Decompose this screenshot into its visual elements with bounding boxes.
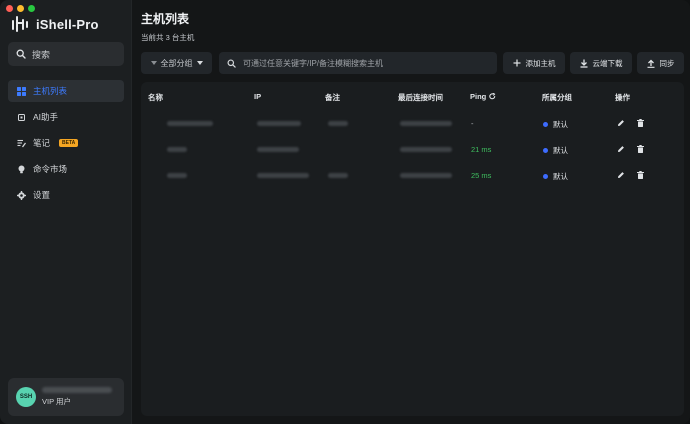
sidebar: iShell-Pro 搜索 主机列表 AI助手 笔记 BETA 命令市场 设置 … [0, 0, 132, 424]
toolbar: 全部分组 可通过任意关键字/IP/备注模糊搜索主机 添加主机 云端下载 同步 [141, 52, 684, 74]
host-table: 名称 IP 备注 最后连接时间 Ping 所属分组 操作 - 默认 21 ms … [141, 82, 684, 416]
edit-icon[interactable] [617, 119, 625, 127]
grid-icon [17, 86, 26, 96]
row-actions [617, 171, 644, 179]
sidebar-item-label: 主机列表 [33, 86, 68, 96]
avatar: SSH [16, 387, 36, 407]
add-host-button[interactable]: 添加主机 [503, 52, 565, 74]
table-header: 名称 IP 备注 最后连接时间 Ping 所属分组 操作 [141, 92, 684, 104]
group-dot-icon [543, 122, 548, 127]
zoom-window-button[interactable] [28, 5, 35, 12]
column-name: 名称 [148, 93, 163, 102]
column-ping-label: Ping [470, 92, 487, 101]
group-cell: 默认 [543, 119, 568, 130]
sidebar-item-label: 设置 [33, 190, 51, 200]
host-note-redacted [328, 173, 348, 178]
download-icon [580, 59, 587, 68]
edit-icon[interactable] [617, 145, 625, 153]
edit-icon[interactable] [617, 171, 625, 179]
group-filter-select[interactable]: 全部分组 [141, 52, 212, 74]
chevron-down-icon [196, 61, 203, 65]
group-dot-icon [543, 148, 548, 153]
window-controls [6, 5, 35, 12]
plus-icon [513, 59, 520, 67]
brand: iShell-Pro [12, 16, 99, 32]
trash-icon[interactable] [637, 119, 644, 127]
group-dot-icon [543, 174, 548, 179]
user-tier: VIP 用户 [42, 397, 72, 406]
app-title: iShell-Pro [36, 16, 99, 32]
bulb-icon [17, 165, 26, 174]
last-connect-redacted [400, 147, 452, 152]
group-cell: 默认 [543, 145, 568, 156]
host-name-redacted [167, 121, 213, 126]
user-card[interactable]: SSH VIP 用户 [8, 378, 124, 416]
trash-icon[interactable] [637, 145, 644, 153]
sidebar-item-label: 命令市场 [33, 164, 68, 174]
table-row[interactable]: 21 ms 默认 [141, 137, 684, 163]
ping-value: 21 ms [471, 145, 492, 154]
sync-label: 同步 [659, 58, 675, 68]
sidebar-item-notes[interactable]: 笔记 BETA [8, 132, 124, 154]
refresh-icon[interactable] [489, 93, 496, 100]
row-actions [617, 119, 644, 127]
search-icon [16, 49, 26, 59]
column-note: 备注 [325, 93, 340, 102]
cloud-download-label: 云端下载 [592, 58, 623, 68]
sidebar-item-label: AI助手 [33, 112, 59, 122]
app-logo-icon [12, 16, 30, 32]
sidebar-search[interactable]: 搜索 [8, 42, 124, 66]
cloud-download-button[interactable]: 云端下载 [570, 52, 632, 74]
note-icon [17, 139, 26, 148]
ping-value: 25 ms [471, 171, 492, 180]
close-window-button[interactable] [6, 5, 13, 12]
search-icon [227, 58, 236, 68]
sidebar-item-settings[interactable]: 设置 [8, 184, 124, 206]
sidebar-search-label: 搜索 [32, 49, 51, 60]
host-ip-redacted [257, 121, 301, 126]
group-filter-label: 全部分组 [160, 58, 193, 68]
host-ip-redacted [257, 147, 299, 152]
ping-value: - [471, 119, 474, 128]
group-label: 默认 [553, 146, 568, 155]
table-row[interactable]: - 默认 [141, 111, 684, 137]
sidebar-item-host-list[interactable]: 主机列表 [8, 80, 124, 102]
host-name-redacted [167, 173, 187, 178]
host-name-redacted [167, 147, 187, 152]
main-content: 主机列表 当前共 3 台主机 全部分组 可通过任意关键字/IP/备注模糊搜索主机 [133, 0, 690, 424]
beta-badge: BETA [59, 139, 79, 147]
sidebar-item-ai-assistant[interactable]: AI助手 [8, 106, 124, 128]
caret-down-icon [150, 61, 157, 65]
host-search-placeholder: 可通过任意关键字/IP/备注模糊搜索主机 [243, 58, 384, 68]
group-label: 默认 [553, 120, 568, 129]
table-row[interactable]: 25 ms 默认 [141, 163, 684, 189]
last-connect-redacted [400, 173, 452, 178]
ai-chip-icon [17, 113, 26, 122]
host-note-redacted [328, 121, 348, 126]
sync-button[interactable]: 同步 [637, 52, 684, 74]
column-last-connect: 最后连接时间 [398, 93, 443, 102]
trash-icon[interactable] [637, 171, 644, 179]
group-label: 默认 [553, 172, 568, 181]
app-window: iShell-Pro 搜索 主机列表 AI助手 笔记 BETA 命令市场 设置 … [0, 0, 690, 424]
page-title: 主机列表 [141, 12, 190, 26]
last-connect-redacted [400, 121, 452, 126]
user-email-redacted [42, 387, 112, 393]
sidebar-item-label: 笔记 [33, 138, 51, 148]
host-search-input[interactable]: 可通过任意关键字/IP/备注模糊搜索主机 [219, 52, 497, 74]
column-ping[interactable]: Ping [470, 92, 496, 101]
gear-icon [17, 190, 26, 200]
sidebar-item-command-market[interactable]: 命令市场 [8, 158, 124, 180]
column-group: 所属分组 [542, 93, 572, 102]
column-ip: IP [254, 92, 262, 101]
upload-icon [647, 59, 654, 68]
group-cell: 默认 [543, 171, 568, 182]
host-count: 当前共 3 台主机 [141, 33, 195, 42]
host-ip-redacted [257, 173, 309, 178]
add-host-label: 添加主机 [525, 58, 556, 68]
sidebar-nav: 主机列表 AI助手 笔记 BETA 命令市场 设置 [8, 80, 124, 210]
minimize-window-button[interactable] [17, 5, 24, 12]
row-actions [617, 145, 644, 153]
column-actions: 操作 [615, 93, 630, 102]
